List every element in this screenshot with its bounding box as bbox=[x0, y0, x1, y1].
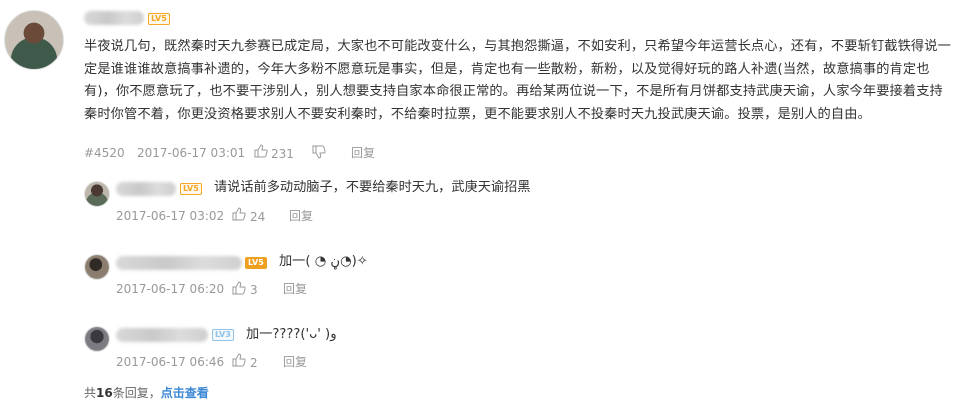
reply-button[interactable]: 回复 bbox=[351, 146, 375, 160]
avatar[interactable] bbox=[84, 326, 110, 352]
like-count: 24 bbox=[250, 210, 266, 224]
thumbs-up-icon[interactable] bbox=[232, 207, 246, 221]
view-all-replies-link[interactable]: 点击查看 bbox=[161, 386, 209, 400]
like-count: 231 bbox=[271, 147, 294, 161]
reply-count-suffix: 条回复， bbox=[112, 386, 161, 400]
avatar[interactable] bbox=[84, 181, 110, 207]
reply-text: 加一????('ᴗ' )و bbox=[246, 327, 337, 342]
comment-text: 半夜说几句，既然秦时天九参赛已成定局，大家也不可能改变什么，与其抱怨撕逼，不如安… bbox=[84, 39, 951, 122]
thumbs-up-icon[interactable] bbox=[254, 144, 268, 158]
username-redacted[interactable] bbox=[116, 256, 242, 270]
reply-time: 2017-06-17 03:02 bbox=[116, 209, 225, 223]
reply-button[interactable]: 回复 bbox=[289, 209, 313, 223]
reply-time: 2017-06-17 06:20 bbox=[116, 282, 225, 296]
avatar[interactable] bbox=[4, 10, 64, 70]
like-count: 3 bbox=[250, 283, 258, 297]
thumbs-up-icon[interactable] bbox=[232, 281, 246, 295]
level-badge: LV5 bbox=[180, 183, 202, 195]
reply-text: 请说话前多动动脑子，不要给秦时天九，武庚天谕招黑 bbox=[214, 180, 531, 195]
level-badge: LV5 bbox=[245, 257, 267, 269]
level-badge: LV3 bbox=[212, 329, 234, 341]
floor-number: #4520 bbox=[84, 146, 125, 160]
reply-text: 加一( ◔ ڼ◔)✧ bbox=[279, 254, 368, 269]
like-count: 2 bbox=[250, 356, 258, 370]
reply-time: 2017-06-17 06:46 bbox=[116, 355, 225, 369]
username-redacted[interactable] bbox=[84, 11, 144, 25]
thumbs-up-icon[interactable] bbox=[232, 353, 246, 367]
level-badge: LV5 bbox=[148, 13, 170, 25]
reply-button[interactable]: 回复 bbox=[283, 355, 307, 369]
reply-summary: 共16条回复，点击查看 bbox=[84, 386, 209, 400]
username-redacted[interactable] bbox=[116, 328, 208, 342]
comment-time: 2017-06-17 03:01 bbox=[137, 146, 246, 160]
reply-count-prefix: 共 bbox=[84, 386, 97, 400]
avatar[interactable] bbox=[84, 254, 110, 280]
reply-button[interactable]: 回复 bbox=[283, 282, 307, 296]
reply-count: 16 bbox=[96, 386, 113, 400]
thumbs-down-icon[interactable] bbox=[312, 145, 326, 159]
username-redacted[interactable] bbox=[116, 182, 176, 196]
